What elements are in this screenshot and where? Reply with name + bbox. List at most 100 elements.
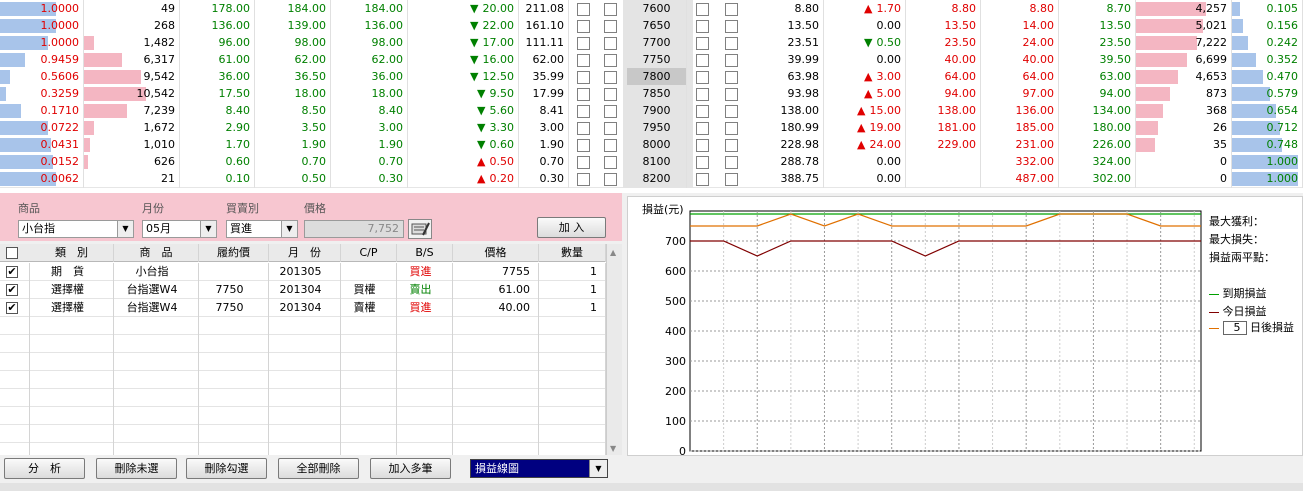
quote-row[interactable]: 0.0152 626 0.60 0.70 0.70 ▲ 0.50 0.70 8100 288.78…: [0, 153, 1303, 171]
add-multiple-button[interactable]: 加入多筆: [370, 458, 451, 479]
call-checkbox[interactable]: [577, 139, 590, 152]
put-checkbox[interactable]: [696, 71, 709, 84]
table-row[interactable]: [0, 317, 606, 335]
analyze-button[interactable]: 分 析: [4, 458, 85, 479]
grid-header-cell[interactable]: 類 別: [30, 244, 114, 262]
table-row[interactable]: ✔ 期 貨 小台指 201305 買進 7755 1: [0, 263, 606, 281]
call-checkbox[interactable]: [604, 105, 617, 118]
product-select[interactable]: 小台指 ▼: [18, 220, 134, 238]
table-row[interactable]: [0, 443, 606, 455]
strike-cell[interactable]: 7850: [627, 85, 687, 103]
call-checkbox[interactable]: [577, 54, 590, 67]
put-checkbox[interactable]: [725, 88, 738, 101]
grid-header-cell[interactable]: 月 份: [269, 244, 341, 262]
grid-header-cell[interactable]: 數量: [539, 244, 606, 262]
table-row[interactable]: ✔ 選擇權 台指選W4 7750 201304 賣權 買進 40.00 1: [0, 299, 606, 317]
table-row[interactable]: [0, 389, 606, 407]
quote-row[interactable]: 1.0000 49 178.00 184.00 184.00 ▼ 20.00 211.08 76…: [0, 0, 1303, 18]
strike-cell[interactable]: 8000: [627, 136, 687, 154]
put-checkbox[interactable]: [725, 54, 738, 67]
put-checkbox[interactable]: [725, 139, 738, 152]
strike-cell[interactable]: 7600: [627, 0, 687, 18]
row-checkbox[interactable]: ✔: [6, 302, 18, 314]
put-checkbox[interactable]: [696, 122, 709, 135]
call-checkbox[interactable]: [604, 54, 617, 67]
call-checkbox[interactable]: [604, 3, 617, 16]
put-checkbox[interactable]: [725, 71, 738, 84]
call-checkbox[interactable]: [577, 20, 590, 33]
table-row[interactable]: [0, 335, 606, 353]
grid-header-cell[interactable]: B/S: [397, 244, 453, 262]
call-checkbox[interactable]: [604, 37, 617, 50]
strike-cell[interactable]: 7700: [627, 34, 687, 52]
row-checkbox[interactable]: ✔: [6, 284, 18, 296]
call-checkbox[interactable]: [577, 173, 590, 186]
strike-cell[interactable]: 7750: [627, 51, 687, 69]
quote-row[interactable]: 0.3259 10,542 17.50 18.00 18.00 ▼ 9.50 17.99 785…: [0, 85, 1303, 103]
call-checkbox[interactable]: [604, 122, 617, 135]
view-select[interactable]: 損益線圖 ▼: [470, 459, 608, 478]
days-input[interactable]: 5: [1222, 321, 1247, 335]
put-checkbox[interactable]: [696, 156, 709, 169]
quote-row[interactable]: 0.5606 9,542 36.00 36.50 36.00 ▼ 12.50 35.99 780…: [0, 68, 1303, 86]
grid-header-cell[interactable]: C/P: [341, 244, 397, 262]
put-checkbox[interactable]: [696, 173, 709, 186]
quote-row[interactable]: 0.0722 1,672 2.90 3.50 3.00 ▼ 3.30 3.00 7950 180.…: [0, 119, 1303, 137]
call-checkbox[interactable]: [577, 3, 590, 16]
put-checkbox[interactable]: [696, 37, 709, 50]
call-checkbox[interactable]: [604, 20, 617, 33]
strike-cell[interactable]: 8100: [627, 153, 687, 171]
price-input[interactable]: 7,752: [304, 220, 404, 238]
quote-row[interactable]: 1.0000 268 136.00 139.00 136.00 ▼ 22.00 161.10 7…: [0, 17, 1303, 35]
put-checkbox[interactable]: [696, 54, 709, 67]
call-checkbox[interactable]: [604, 88, 617, 101]
table-row[interactable]: ✔ 選擇權 台指選W4 7750 201304 買權 賣出 61.00 1: [0, 281, 606, 299]
call-checkbox[interactable]: [577, 156, 590, 169]
call-checkbox[interactable]: [577, 71, 590, 84]
put-checkbox[interactable]: [696, 105, 709, 118]
vertical-scrollbar[interactable]: ▲ ▼: [606, 244, 622, 455]
put-checkbox[interactable]: [725, 122, 738, 135]
grid-header-cell[interactable]: 履約價: [199, 244, 269, 262]
table-row[interactable]: [0, 371, 606, 389]
quote-row[interactable]: 1.0000 1,482 96.00 98.00 98.00 ▼ 17.00 111.11 77…: [0, 34, 1303, 52]
delete-all-button[interactable]: 全部刪除: [278, 458, 359, 479]
table-row[interactable]: [0, 407, 606, 425]
add-button[interactable]: 加 入: [537, 217, 606, 238]
put-checkbox[interactable]: [725, 3, 738, 16]
quote-row[interactable]: 0.0431 1,010 1.70 1.90 1.90 ▼ 0.60 1.90 8000 228.…: [0, 136, 1303, 154]
put-checkbox[interactable]: [696, 20, 709, 33]
put-checkbox[interactable]: [696, 3, 709, 16]
row-checkbox[interactable]: ✔: [6, 266, 18, 278]
strike-cell[interactable]: 7800: [627, 68, 687, 86]
call-checkbox[interactable]: [577, 37, 590, 50]
quote-row[interactable]: 0.9459 6,317 61.00 62.00 62.00 ▼ 16.00 62.00 775…: [0, 51, 1303, 69]
scroll-down-icon[interactable]: ▼: [610, 444, 616, 453]
quote-row[interactable]: 0.0062 21 0.10 0.50 0.30 ▲ 0.20 0.30 8200 388.75 0…: [0, 170, 1303, 188]
grid-header-cell[interactable]: 商 品: [114, 244, 199, 262]
strike-cell[interactable]: 8200: [627, 170, 687, 188]
strike-cell[interactable]: 7950: [627, 119, 687, 137]
table-row[interactable]: [0, 353, 606, 371]
buysell-select[interactable]: 買進 ▼: [226, 220, 298, 238]
put-checkbox[interactable]: [696, 88, 709, 101]
month-select[interactable]: 05月 ▼: [142, 220, 217, 238]
call-checkbox[interactable]: [604, 173, 617, 186]
call-checkbox[interactable]: [577, 88, 590, 101]
put-checkbox[interactable]: [725, 37, 738, 50]
scroll-up-icon[interactable]: ▲: [610, 248, 616, 257]
call-checkbox[interactable]: [604, 156, 617, 169]
call-checkbox[interactable]: [577, 105, 590, 118]
strike-cell[interactable]: 7900: [627, 102, 687, 120]
put-checkbox[interactable]: [725, 20, 738, 33]
call-checkbox[interactable]: [577, 122, 590, 135]
put-checkbox[interactable]: [725, 173, 738, 186]
delete-checked-button[interactable]: 刪除勾選: [186, 458, 267, 479]
put-checkbox[interactable]: [696, 139, 709, 152]
delete-unselected-button[interactable]: 刪除未選: [96, 458, 177, 479]
call-checkbox[interactable]: [604, 139, 617, 152]
quote-row[interactable]: 0.1710 7,239 8.40 8.50 8.40 ▼ 5.60 8.41 7900 138.…: [0, 102, 1303, 120]
call-checkbox[interactable]: [604, 71, 617, 84]
put-checkbox[interactable]: [725, 105, 738, 118]
put-checkbox[interactable]: [725, 156, 738, 169]
